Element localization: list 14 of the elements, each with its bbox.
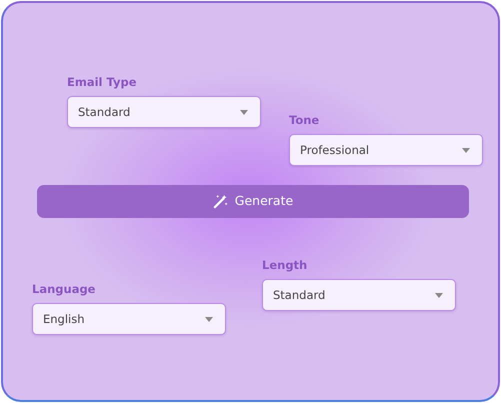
caret-icon (205, 316, 213, 322)
field-label: Tone (289, 112, 320, 129)
generate-button[interactable]: Generate (37, 185, 469, 218)
dropdown[interactable]: English (32, 303, 226, 336)
dropdown[interactable]: Professional (289, 134, 483, 166)
field-label: Email Type (67, 74, 136, 91)
caret-icon (462, 148, 470, 153)
field-label: Language (32, 281, 96, 298)
caret-icon (435, 292, 443, 298)
dropdown[interactable]: Standard (262, 279, 456, 312)
magic-wand-icon (212, 194, 228, 209)
dropdown[interactable]: Standard (67, 96, 261, 128)
caret-icon (240, 110, 248, 115)
field-label: Length (262, 257, 308, 274)
